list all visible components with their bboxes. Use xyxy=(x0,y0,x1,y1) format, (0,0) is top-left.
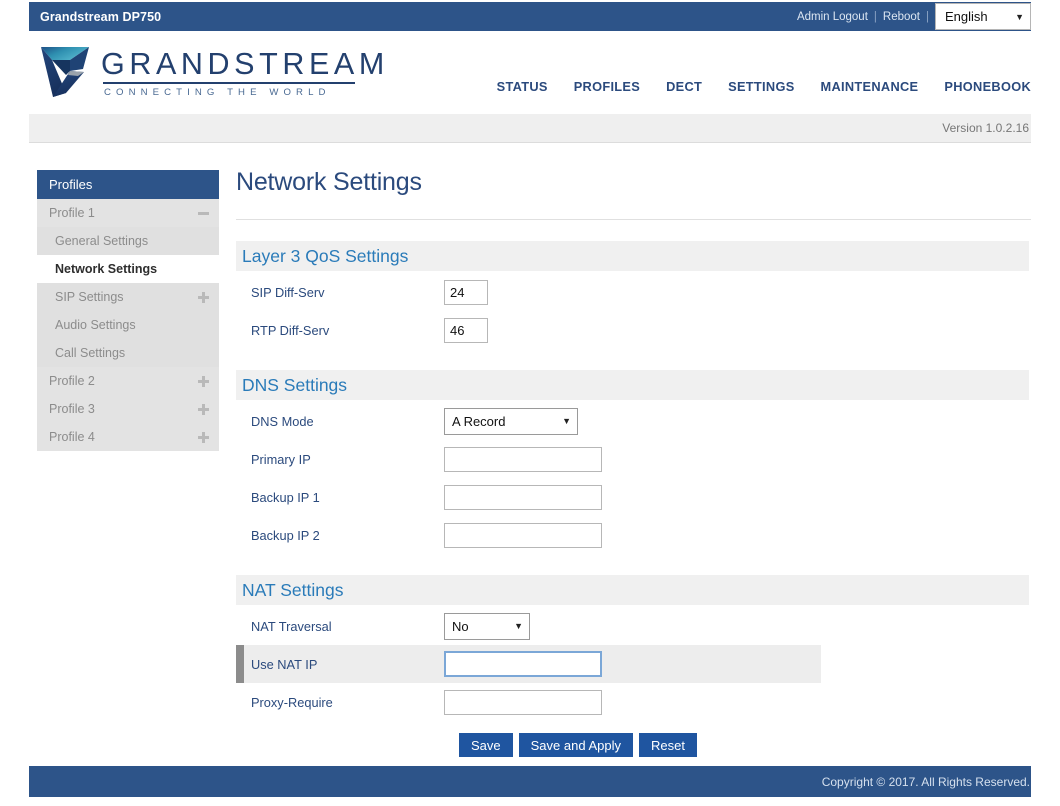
field-label: Use NAT IP xyxy=(251,656,318,672)
section-header-nat: NAT Settings xyxy=(236,575,1029,605)
nav-item-profiles[interactable]: PROFILES xyxy=(574,73,640,100)
version-text: Version 1.0.2.16 xyxy=(942,121,1029,135)
sidebar-item-profile-4[interactable]: Profile 4 xyxy=(37,423,219,451)
app-window: Grandstream DP750 Admin Logout | Reboot … xyxy=(0,0,1060,806)
plus-icon[interactable] xyxy=(198,431,209,443)
field-row-primary-ip: Primary IP xyxy=(236,440,1031,478)
sidebar-item-profile-1[interactable]: Profile 1 xyxy=(37,199,219,227)
sidebar-item-label: Profile 3 xyxy=(49,402,95,416)
language-select-value: English xyxy=(945,9,988,24)
field-row-proxy-require: Proxy-Require xyxy=(236,683,1031,721)
title-bar-actions: Admin Logout | Reboot | English ▼ xyxy=(792,2,1031,31)
nat-traversal-value: No xyxy=(452,618,469,634)
device-name: Grandstream DP750 xyxy=(40,9,162,24)
primary-ip-input[interactable] xyxy=(444,446,602,472)
logo-divider xyxy=(103,82,355,84)
sidebar-item-label: Call Settings xyxy=(55,346,126,360)
sidebar-item-label: Profile 2 xyxy=(49,374,95,388)
field-row-use-nat-ip: Use NAT IP xyxy=(236,645,821,683)
qos-fields: SIP Diff-Serv RTP Diff-Serv xyxy=(236,271,1031,349)
field-row-sip-diffserv: SIP Diff-Serv xyxy=(236,273,1031,311)
save-and-apply-button[interactable]: Save and Apply xyxy=(518,733,633,757)
field-row-rtp-diffserv: RTP Diff-Serv xyxy=(236,311,1031,349)
main-nav: STATUS PROFILES DECT SETTINGS MAINTENANC… xyxy=(497,73,1031,100)
language-select[interactable]: English ▼ xyxy=(935,3,1031,30)
sidebar-item-profile-3[interactable]: Profile 3 xyxy=(37,395,219,423)
sidebar-item-general-settings[interactable]: General Settings xyxy=(37,227,219,255)
sidebar-item-label: Network Settings xyxy=(55,262,158,276)
footer: Copyright © 2017. All Rights Reserved. xyxy=(29,766,1031,797)
nat-fields: NAT Traversal No ▼ Use NAT IP Proxy-Requ… xyxy=(236,605,1031,721)
sip-diffserv-input[interactable] xyxy=(444,279,488,305)
logo-wordmark: GRANDSTREAM xyxy=(101,46,389,81)
copyright-text: Copyright © 2017. All Rights Reserved. xyxy=(821,774,1030,789)
sidebar-item-profile-2[interactable]: Profile 2 xyxy=(37,367,219,395)
proxy-require-input[interactable] xyxy=(444,689,602,715)
dns-mode-select[interactable]: A Record ▼ xyxy=(444,407,578,435)
section-header-dns: DNS Settings xyxy=(236,370,1029,400)
separator: | xyxy=(926,10,929,23)
save-button[interactable]: Save xyxy=(459,733,513,757)
field-label: RTP Diff-Serv xyxy=(251,322,330,338)
admin-logout-link[interactable]: Admin Logout xyxy=(792,11,873,23)
sidebar-item-network-settings[interactable]: Network Settings xyxy=(37,255,219,283)
field-row-backup-ip-1: Backup IP 1 xyxy=(236,478,1031,516)
field-label: Backup IP 2 xyxy=(251,527,320,543)
backup-ip-2-input[interactable] xyxy=(444,522,602,548)
field-label: NAT Traversal xyxy=(251,618,332,634)
rtp-diffserv-input[interactable] xyxy=(444,317,488,343)
brand-band: GRANDSTREAM CONNECTING THE WORLD STATUS … xyxy=(29,31,1031,114)
chevron-down-icon: ▼ xyxy=(1015,11,1024,22)
sidebar-item-label: Profile 1 xyxy=(49,206,95,220)
field-label: Backup IP 1 xyxy=(251,489,320,505)
sidebar-item-label: SIP Settings xyxy=(55,290,124,304)
nav-item-phonebook[interactable]: PHONEBOOK xyxy=(944,73,1031,100)
field-label: Primary IP xyxy=(251,451,311,467)
nav-item-maintenance[interactable]: MAINTENANCE xyxy=(821,73,919,100)
plus-icon[interactable] xyxy=(198,403,209,415)
version-bar: Version 1.0.2.16 xyxy=(29,114,1031,143)
sidebar-item-audio-settings[interactable]: Audio Settings xyxy=(37,311,219,339)
body-area: Profiles Profile 1 General Settings Netw… xyxy=(29,143,1031,763)
chevron-down-icon: ▼ xyxy=(562,416,571,426)
plus-icon[interactable] xyxy=(198,375,209,387)
reset-button[interactable]: Reset xyxy=(639,733,697,757)
main-content: Network Settings Layer 3 QoS Settings SI… xyxy=(236,143,1031,757)
field-row-backup-ip-2: Backup IP 2 xyxy=(236,516,1031,554)
sidebar-item-sip-settings[interactable]: SIP Settings xyxy=(37,283,219,311)
sidebar-item-label: Audio Settings xyxy=(55,318,136,332)
grandstream-logo-icon xyxy=(41,47,89,97)
field-row-nat-traversal: NAT Traversal No ▼ xyxy=(236,607,1031,645)
sidebar-item-call-settings[interactable]: Call Settings xyxy=(37,339,219,367)
plus-icon[interactable] xyxy=(198,291,209,303)
reboot-link[interactable]: Reboot xyxy=(878,11,925,23)
nav-item-status[interactable]: STATUS xyxy=(497,73,548,100)
sidebar-header: Profiles xyxy=(37,170,219,199)
nat-traversal-select[interactable]: No ▼ xyxy=(444,612,530,640)
logo[interactable]: GRANDSTREAM CONNECTING THE WORLD xyxy=(40,45,389,99)
dns-mode-value: A Record xyxy=(452,413,506,429)
use-nat-ip-input[interactable] xyxy=(444,651,602,677)
field-row-dns-mode: DNS Mode A Record ▼ xyxy=(236,402,1031,440)
field-label: SIP Diff-Serv xyxy=(251,284,325,300)
nav-item-dect[interactable]: DECT xyxy=(666,73,702,100)
section-header-qos: Layer 3 QoS Settings xyxy=(236,241,1029,271)
chevron-down-icon: ▼ xyxy=(514,621,523,631)
field-label: DNS Mode xyxy=(251,413,314,429)
form-actions: Save Save and Apply Reset xyxy=(236,721,1031,757)
backup-ip-1-input[interactable] xyxy=(444,484,602,510)
field-label: Proxy-Require xyxy=(251,694,333,710)
sidebar: Profiles Profile 1 General Settings Netw… xyxy=(37,170,219,451)
dns-fields: DNS Mode A Record ▼ Primary IP Backup IP… xyxy=(236,400,1031,554)
sidebar-item-label: General Settings xyxy=(55,234,149,248)
nav-item-settings[interactable]: SETTINGS xyxy=(728,73,794,100)
logo-text: GRANDSTREAM CONNECTING THE WORLD xyxy=(101,46,389,98)
minus-icon[interactable] xyxy=(198,208,209,219)
logo-tagline: CONNECTING THE WORLD xyxy=(104,86,331,98)
title-bar: Grandstream DP750 Admin Logout | Reboot … xyxy=(29,2,1031,31)
page-title: Network Settings xyxy=(236,168,422,196)
title-divider xyxy=(236,219,1031,220)
sidebar-item-label: Profile 4 xyxy=(49,430,95,444)
